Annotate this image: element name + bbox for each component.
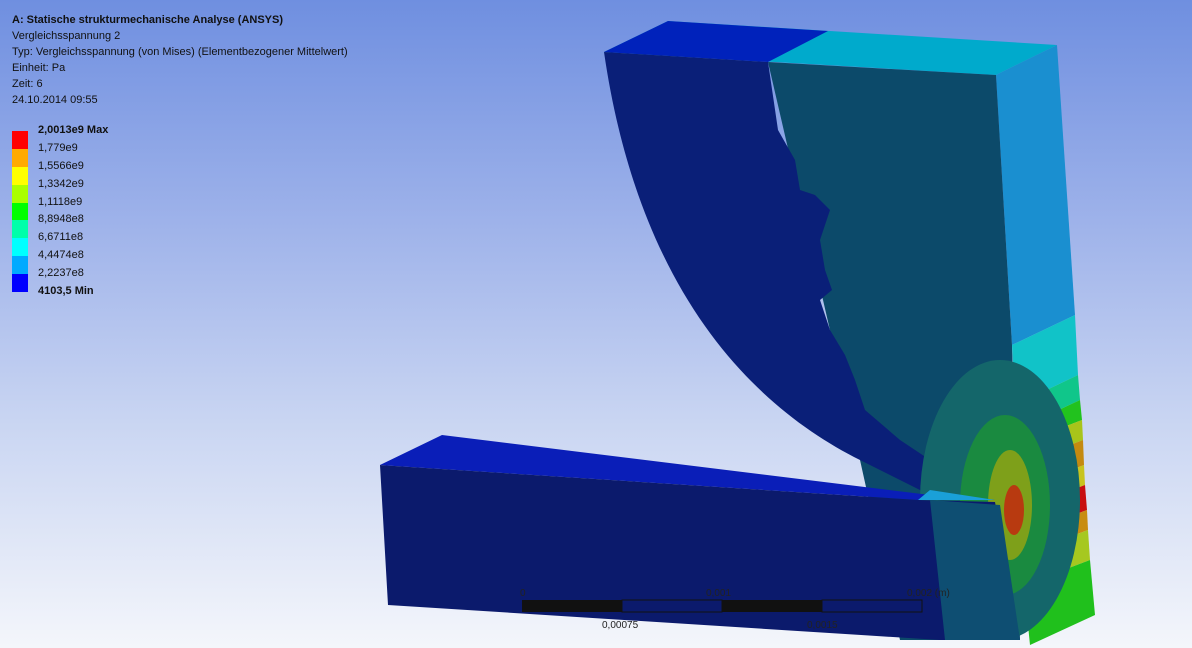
legend-label: 8,8948e8 bbox=[38, 213, 84, 226]
legend-label: 1,5566e9 bbox=[38, 159, 84, 172]
legend-swatch bbox=[12, 256, 28, 275]
legend-label: 1,1118e9 bbox=[38, 195, 83, 208]
legend-label-min: 4103,5 Min bbox=[38, 285, 94, 298]
result-type: Typ: Vergleichsspannung (von Mises) (Ele… bbox=[12, 46, 348, 58]
legend-swatch bbox=[12, 238, 28, 257]
result-date: 24.10.2014 09:55 bbox=[12, 94, 98, 106]
legend-swatch bbox=[12, 166, 28, 185]
result-time: Zeit: 6 bbox=[12, 78, 43, 90]
legend-label-max: 2,0013e9 Max bbox=[38, 124, 109, 136]
legend-label: 1,779e9 bbox=[38, 141, 78, 154]
legend-swatch bbox=[12, 220, 28, 239]
analysis-title: A: Statische strukturmechanische Analyse… bbox=[12, 14, 284, 26]
legend-label: 2,2237e8 bbox=[38, 267, 84, 280]
legend-swatch bbox=[12, 184, 28, 203]
result-unit: Einheit: Pa bbox=[12, 62, 66, 74]
result-header: A: Statische strukturmechanische Analyse… bbox=[12, 12, 348, 108]
legend-swatch bbox=[12, 274, 28, 293]
legend-label: 6,6711e8 bbox=[38, 231, 84, 244]
legend-label: 1,3342e9 bbox=[38, 177, 84, 190]
contour-core bbox=[1004, 485, 1024, 535]
legend-swatch bbox=[12, 202, 28, 221]
legend-swatch bbox=[12, 131, 28, 149]
legend-swatch bbox=[12, 148, 28, 167]
result-name: Vergleichsspannung 2 bbox=[12, 30, 121, 42]
legend-label: 4,4474e8 bbox=[38, 249, 84, 262]
